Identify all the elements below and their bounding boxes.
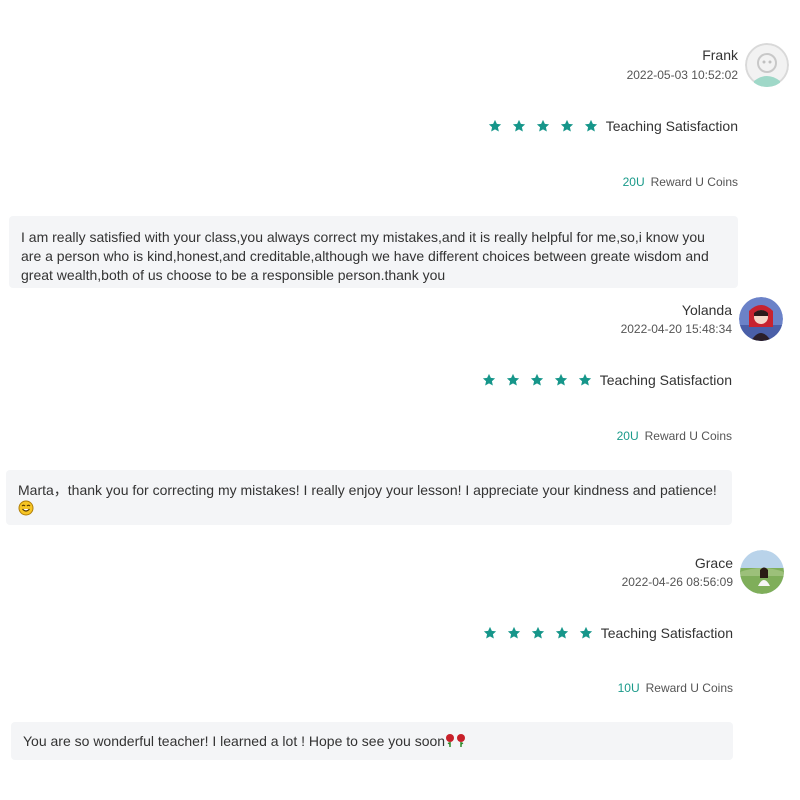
star-icon <box>584 119 598 133</box>
reward-coins: 20U Reward U Coins <box>623 175 738 189</box>
review-date: 2022-04-20 15:48:34 <box>620 322 732 336</box>
reviewer-name: Yolanda <box>681 302 732 318</box>
review-date: 2022-04-26 08:56:09 <box>621 575 733 589</box>
reward-coins: 10U Reward U Coins <box>618 681 733 695</box>
coin-label: Reward U Coins <box>644 429 732 443</box>
smile-emoji-icon <box>18 500 34 521</box>
reviewer-name: Grace <box>694 555 733 571</box>
coin-amount: 10U <box>617 681 640 695</box>
star-icon <box>530 373 544 387</box>
star-icon <box>506 373 520 387</box>
coin-amount: 20U <box>616 429 639 443</box>
reward-coins: 20U Reward U Coins <box>617 429 732 443</box>
rating-row: Teaching Satisfaction <box>483 625 733 641</box>
coin-label: Reward U Coins <box>650 175 738 189</box>
comment-text: Marta，thank you for correcting my mistak… <box>18 482 717 498</box>
satisfaction-label: Teaching Satisfaction <box>605 118 738 134</box>
coin-label: Reward U Coins <box>645 681 733 695</box>
star-icon <box>536 119 550 133</box>
reviewer-name: Frank <box>702 47 738 63</box>
satisfaction-label: Teaching Satisfaction <box>599 372 732 388</box>
star-icon <box>488 119 502 133</box>
star-icon <box>579 626 593 640</box>
star-icon <box>554 373 568 387</box>
satisfaction-label: Teaching Satisfaction <box>600 625 733 641</box>
star-icon <box>531 626 545 640</box>
comment-text: You are so wonderful teacher! I learned … <box>23 733 446 749</box>
star-icon <box>482 373 496 387</box>
user-photo-avatar[interactable] <box>740 550 784 594</box>
star-icon <box>507 626 521 640</box>
star-icon <box>578 373 592 387</box>
rating-row: Teaching Satisfaction <box>482 372 732 388</box>
rating-row: Teaching Satisfaction <box>488 118 738 134</box>
star-icon <box>512 119 526 133</box>
coin-amount: 20U <box>622 175 645 189</box>
star-icon <box>560 119 574 133</box>
review-comment: Marta，thank you for correcting my mistak… <box>6 470 732 525</box>
rose-emoji-icon <box>445 733 467 752</box>
star-icon <box>483 626 497 640</box>
review-date: 2022-05-03 10:52:02 <box>626 68 738 82</box>
default-avatar-icon[interactable] <box>745 43 789 87</box>
star-icon <box>555 626 569 640</box>
review-comment: You are so wonderful teacher! I learned … <box>11 722 733 760</box>
user-photo-avatar[interactable] <box>739 297 783 341</box>
review-comment: I am really satisfied with your class,yo… <box>9 216 738 288</box>
